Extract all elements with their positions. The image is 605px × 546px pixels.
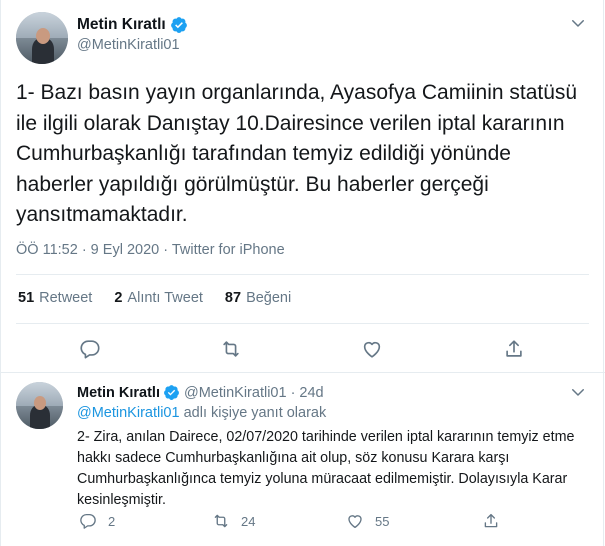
reply-display-name[interactable]: Metin Kıratlı xyxy=(77,385,160,401)
reply-reply-button[interactable]: 2 xyxy=(79,512,115,530)
reply-count: 2 xyxy=(108,513,116,529)
replying-suffix: adlı kişiye yanıt olarak xyxy=(179,405,327,421)
tweet-text: 1- Bazı basın yayın organlarında, Ayasof… xyxy=(16,81,578,226)
retweets-stat[interactable]: 51 Retweet xyxy=(18,290,92,306)
tweet-stats: 51 Retweet 2 Alıntı Tweet 87 Beğeni xyxy=(18,290,313,306)
reply-like-button[interactable]: 55 xyxy=(346,512,389,530)
reply-share-button[interactable] xyxy=(482,512,511,530)
retweet-count: 24 xyxy=(241,513,256,529)
avatar[interactable] xyxy=(16,12,68,64)
tweet-thread-card: Metin Kıratlı @MetinKiratli01 1- Bazı ba… xyxy=(0,0,605,546)
verified-badge-icon xyxy=(164,385,179,400)
thread-divider xyxy=(0,372,605,373)
likes-stat[interactable]: 87 Beğeni xyxy=(225,290,291,306)
share-icon xyxy=(484,513,498,528)
retweet-icon xyxy=(214,514,228,528)
handle[interactable]: @MetinKiratli01 xyxy=(77,37,180,53)
reply-icon xyxy=(80,513,96,529)
replying-to: @MetinKiratli01 adlı kişiye yanıt olarak xyxy=(77,405,326,421)
like-count: 55 xyxy=(375,513,390,529)
verified-badge-icon xyxy=(170,17,187,33)
reply-mention-link[interactable]: @MetinKiratli01 xyxy=(77,405,180,421)
reply-actions: 2 24 55 xyxy=(0,512,605,532)
like-icon xyxy=(348,515,362,529)
reply-retweet-button[interactable]: 24 xyxy=(212,512,255,530)
chevron-down-icon[interactable] xyxy=(569,14,587,32)
reply-avatar[interactable] xyxy=(16,382,63,429)
chevron-down-icon[interactable] xyxy=(569,383,587,401)
share-icon[interactable] xyxy=(503,338,525,360)
reply-handle-time[interactable]: @MetinKiratli01 · 24d xyxy=(184,385,324,401)
author-row: Metin Kıratlı xyxy=(77,15,188,35)
divider xyxy=(16,323,589,324)
display-name[interactable]: Metin Kıratlı xyxy=(77,16,166,34)
reply-author-row: Metin Kıratlı @MetinKiratli01 · 24d xyxy=(77,384,324,401)
like-icon[interactable] xyxy=(361,338,383,360)
tweet-meta[interactable]: ÖÖ 11:52 · 9 Eyl 2020 · Twitter for iPho… xyxy=(16,242,285,258)
reply-icon[interactable] xyxy=(79,338,101,360)
quotes-stat[interactable]: 2 Alıntı Tweet xyxy=(114,290,203,306)
retweet-icon[interactable] xyxy=(220,338,242,360)
divider xyxy=(16,274,589,275)
reply-tweet-text: 2- Zira, anılan Dairece, 02/07/2020 tari… xyxy=(77,429,575,508)
